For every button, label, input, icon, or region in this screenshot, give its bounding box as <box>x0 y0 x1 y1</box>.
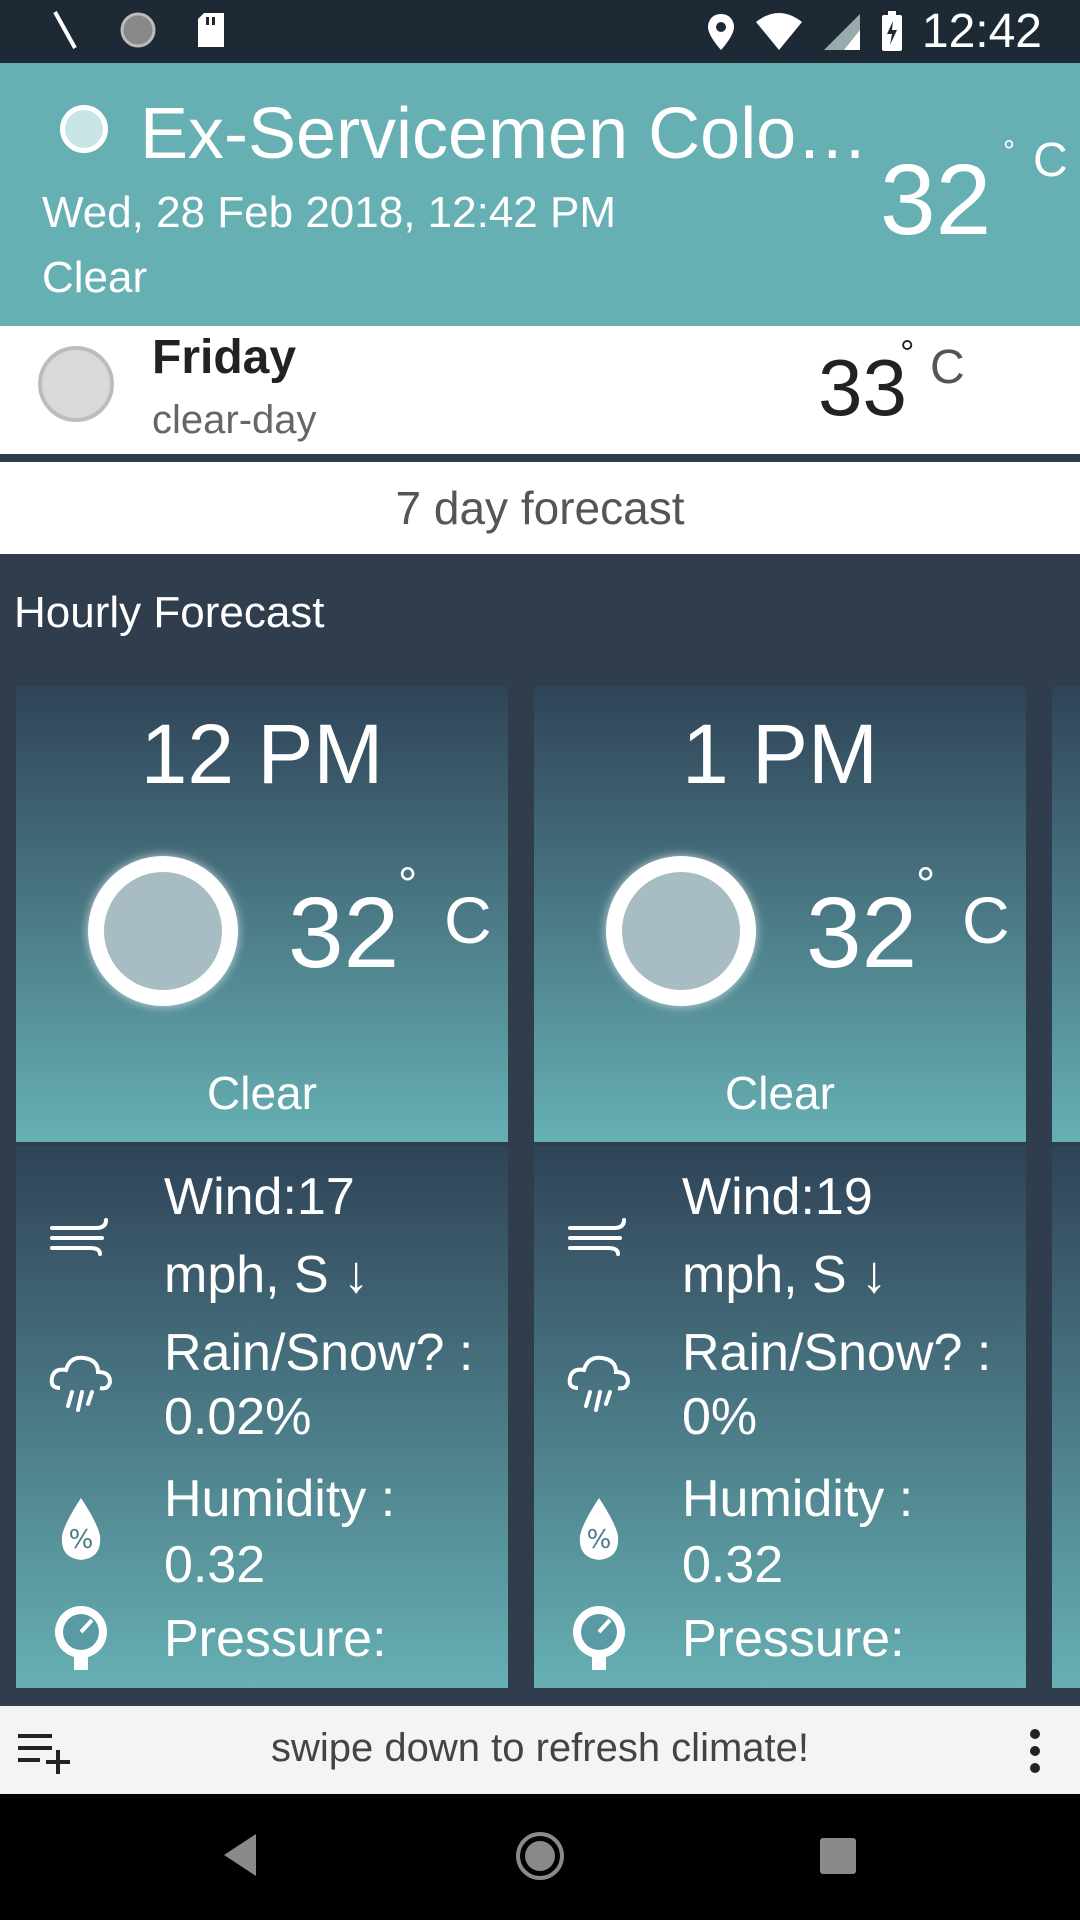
pressure-gauge-icon <box>55 1606 107 1670</box>
recent-apps-icon[interactable] <box>820 1838 856 1874</box>
current-location-icon <box>60 105 108 153</box>
clear-sun-icon <box>88 856 238 1006</box>
forecast-summary: clear-day <box>152 398 317 442</box>
current-condition: Clear <box>42 253 148 302</box>
rain-cloud-icon <box>567 1355 631 1412</box>
pressure-line1: Pressure: <box>682 1610 905 1668</box>
more-options-icon[interactable] <box>1020 1726 1050 1776</box>
wind-line1: Wind:17 <box>164 1168 355 1226</box>
humidity-drop-icon: % <box>61 1498 101 1560</box>
humidity-line1: Humidity : <box>164 1470 396 1528</box>
humidity-line2: 0.32 <box>682 1536 784 1594</box>
hour-time: 12 PM <box>140 707 384 801</box>
humidity-drop-icon: % <box>579 1498 619 1560</box>
hour-time: 1 PM <box>681 707 879 801</box>
humidity-line1: Humidity : <box>682 1470 914 1528</box>
current-datetime: Wed, 28 Feb 2018, 12:42 PM <box>42 188 616 237</box>
pressure-line1: Pressure: <box>164 1610 387 1668</box>
hour-condition: Clear <box>725 1067 835 1119</box>
wind-icon <box>568 1218 626 1256</box>
status-bar: 12:42 <box>0 0 1080 63</box>
daily-forecast-row[interactable]: Friday clear-day 33 ° C <box>0 326 1080 458</box>
rain-line2: 0% <box>682 1388 758 1446</box>
pressure-gauge-icon <box>573 1606 625 1670</box>
location-icon <box>707 13 734 50</box>
wind-line1: Wind:19 <box>682 1168 873 1226</box>
hour-temperature: 32 <box>288 877 400 989</box>
hourly-card[interactable]: 1 PM 32 ° C Clear <box>534 686 1026 1142</box>
current-temperature: 32 <box>880 144 992 256</box>
hourly-details-card[interactable]: Wind:17 mph, S ↓ Rain/Snow? : 0.02% % Hu… <box>16 1146 508 1688</box>
temperature-unit: C <box>1033 134 1068 187</box>
wind-line2: mph, S ↓ <box>164 1246 370 1304</box>
degree-symbol: ° <box>1003 135 1015 168</box>
rain-line1: Rain/Snow? : <box>164 1324 474 1382</box>
battery-charging-icon <box>881 10 902 51</box>
temperature-unit: C <box>444 883 492 957</box>
temperature-unit: C <box>930 341 965 394</box>
signal-off-icon <box>53 11 77 49</box>
back-icon[interactable] <box>220 1830 260 1880</box>
wind-line2: mph, S ↓ <box>682 1246 888 1304</box>
location-name: Ex-Servicemen Colo… <box>140 94 860 174</box>
wifi-icon <box>755 12 802 50</box>
degree-symbol: ° <box>900 332 915 373</box>
current-weather-header[interactable]: Ex-Servicemen Colo… Wed, 28 Feb 2018, 12… <box>0 63 1080 326</box>
degree-symbol: ° <box>916 859 936 912</box>
system-navigation-bar <box>0 1794 1080 1920</box>
rain-line2: 0.02% <box>164 1388 312 1446</box>
forecast-day: Friday <box>152 331 297 384</box>
wind-icon <box>50 1218 108 1256</box>
degree-symbol: ° <box>398 859 418 912</box>
clear-day-icon <box>38 346 114 422</box>
humidity-line2: 0.32 <box>164 1536 266 1594</box>
hour-condition: Clear <box>207 1067 317 1119</box>
next-hourly-card-peek[interactable] <box>1052 686 1080 1142</box>
hourly-card[interactable]: 12 PM 32 ° C Clear <box>16 686 508 1142</box>
hour-temperature: 32 <box>806 877 918 989</box>
rain-cloud-icon <box>49 1355 113 1412</box>
clear-sun-icon <box>606 856 756 1006</box>
forecast-temperature: 33 <box>818 343 907 432</box>
rain-line1: Rain/Snow? : <box>682 1324 992 1382</box>
hourly-details-card[interactable]: Wind:19 mph, S ↓ Rain/Snow? : 0% % Humid… <box>534 1146 1026 1688</box>
svg-text:%: % <box>69 1525 94 1555</box>
home-icon[interactable] <box>514 1830 566 1882</box>
cell-signal-icon <box>823 13 860 50</box>
bottom-toolbar: swipe down to refresh climate! <box>0 1706 1080 1794</box>
temperature-unit: C <box>962 883 1010 957</box>
status-time: 12:42 <box>921 5 1042 58</box>
hourly-forecast-title: Hourly Forecast <box>14 588 325 637</box>
seven-day-forecast-button[interactable]: 7 day forecast <box>0 462 1080 554</box>
refresh-hint: swipe down to refresh climate! <box>270 1726 809 1770</box>
sd-card-icon <box>198 13 224 47</box>
next-details-card-peek[interactable] <box>1052 1146 1080 1688</box>
sync-icon <box>120 12 156 48</box>
svg-text:%: % <box>587 1525 612 1555</box>
